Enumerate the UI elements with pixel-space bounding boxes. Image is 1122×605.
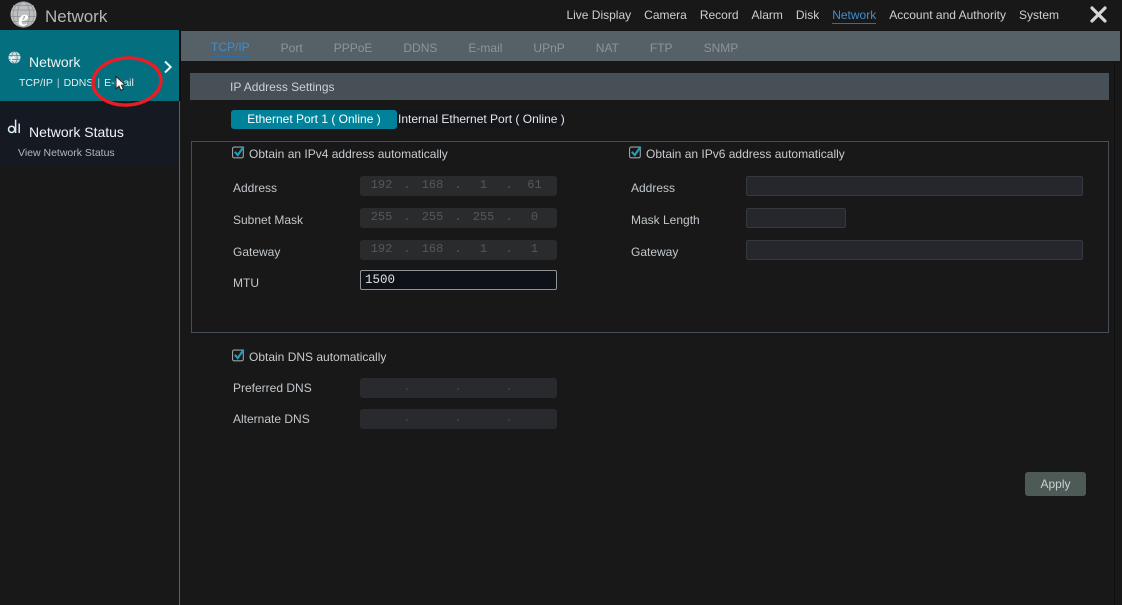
svg-text:e: e <box>11 53 15 63</box>
svg-text:e: e <box>18 6 29 31</box>
